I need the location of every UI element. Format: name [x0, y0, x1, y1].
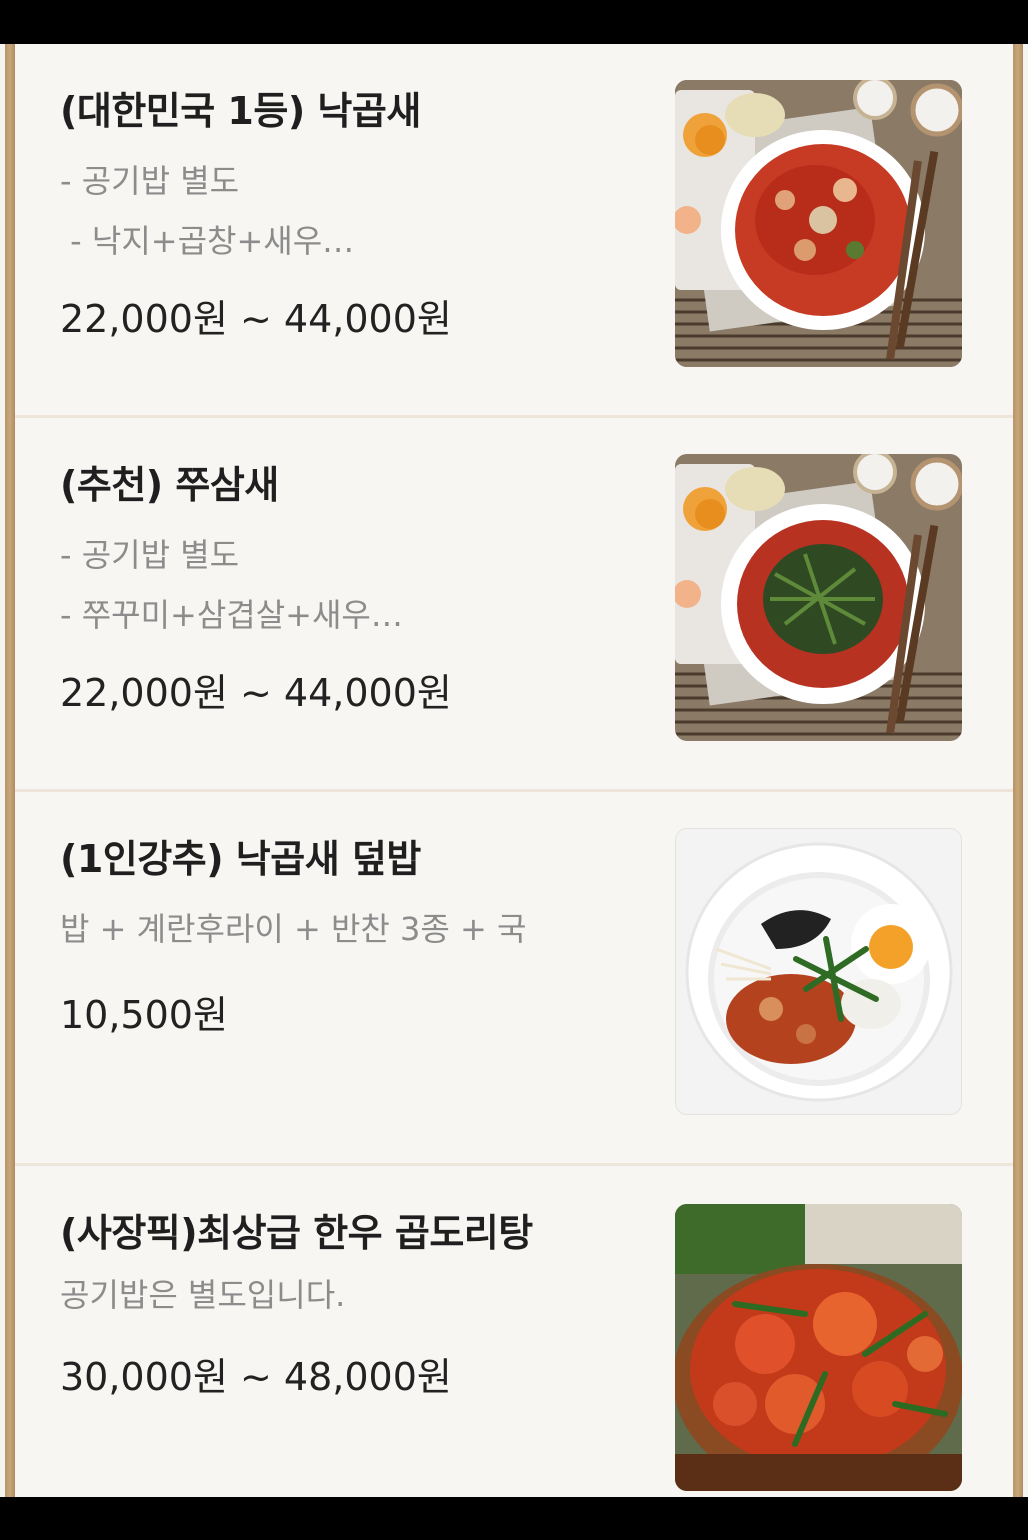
rice-bowl-dish-photo[interactable]	[675, 828, 962, 1115]
menu-item-title: (추천) 쭈삼새	[60, 463, 279, 507]
menu-item-desc-line: - 쭈꾸미+삼겹살+새우…	[60, 596, 403, 634]
navigation-bar	[0, 1497, 1028, 1530]
menu-item-title: (1인강추) 낙곱새 덮밥	[60, 837, 421, 881]
menu-list: (대한민국 1등) 낙곱새 - 공기밥 별도 - 낙지+곱창+새우… 22,00…	[15, 44, 1013, 1497]
menu-item-desc-line: - 공기밥 별도	[60, 162, 240, 200]
menu-item-desc-line: - 공기밥 별도	[60, 536, 240, 574]
menu-item-price: 10,500원	[60, 993, 228, 1037]
menu-item-price: 30,000원 ~ 48,000원	[60, 1355, 452, 1399]
jjusamsae-dish-photo[interactable]	[675, 454, 962, 741]
gopdoritang-dish-photo[interactable]	[675, 1204, 962, 1491]
menu-item-desc-line: 공기밥은 별도입니다.	[60, 1276, 346, 1314]
menu-item-desc-line: 밥 + 계란후라이 + 반찬 3종 + 국	[60, 910, 527, 948]
menu-item[interactable]: (사장픽)최상급 한우 곱도리탕 공기밥은 별도입니다. 30,000원 ~ 4…	[15, 1166, 1013, 1540]
nakgopsae-dish-photo[interactable]	[675, 80, 962, 367]
menu-item-price: 22,000원 ~ 44,000원	[60, 671, 452, 715]
menu-item[interactable]: (1인강추) 낙곱새 덮밥 밥 + 계란후라이 + 반찬 3종 + 국 10,5…	[15, 792, 1013, 1166]
menu-item-desc-line: - 낙지+곱창+새우…	[60, 222, 355, 260]
status-bar	[0, 0, 1028, 44]
menu-item[interactable]: (대한민국 1등) 낙곱새 - 공기밥 별도 - 낙지+곱창+새우… 22,00…	[15, 44, 1013, 418]
menu-item-price: 22,000원 ~ 44,000원	[60, 297, 452, 341]
menu-frame: (대한민국 1등) 낙곱새 - 공기밥 별도 - 낙지+곱창+새우… 22,00…	[0, 44, 1028, 1497]
menu-item-title: (대한민국 1등) 낙곱새	[60, 89, 421, 133]
menu-item[interactable]: (추천) 쭈삼새 - 공기밥 별도 - 쭈꾸미+삼겹살+새우… 22,000원 …	[15, 418, 1013, 792]
menu-item-title: (사장픽)최상급 한우 곱도리탕	[60, 1211, 533, 1255]
